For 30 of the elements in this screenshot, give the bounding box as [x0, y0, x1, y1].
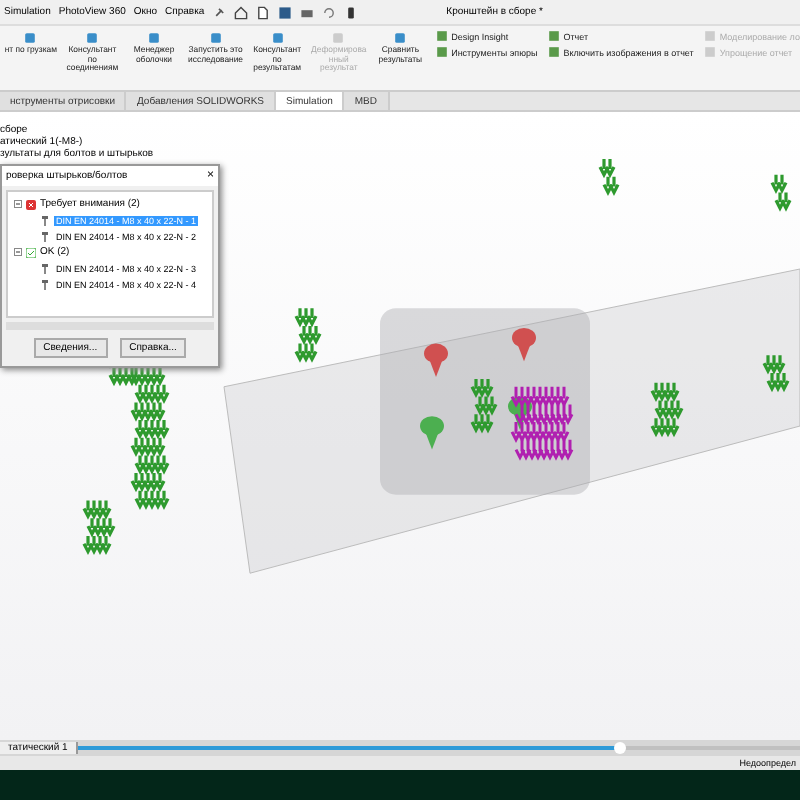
- ribbon-icon: [22, 30, 39, 46]
- ribbon-icon: [84, 30, 101, 46]
- bolt-icon: [40, 231, 50, 241]
- load-arrows-drawing: [294, 306, 322, 363]
- load-arrows-drawing: [770, 173, 792, 212]
- bolt-drawing: [420, 416, 444, 450]
- ribbon-icon: [392, 30, 409, 46]
- document-icon[interactable]: [256, 5, 271, 19]
- load-arrows-drawing: [470, 377, 498, 434]
- ribbon-icon: [207, 30, 224, 46]
- load-arrows-drawing: [82, 499, 116, 556]
- progress-handle[interactable]: [613, 742, 626, 754]
- error-icon: [26, 199, 36, 209]
- bolt-drawing: [512, 327, 536, 362]
- ribbon-icon: [145, 30, 162, 46]
- bolt-icon: [40, 215, 50, 225]
- bolt-icon: [40, 263, 50, 273]
- bolt-drawing: [508, 396, 532, 430]
- load-arrows-drawing: [510, 385, 574, 461]
- undo-icon[interactable]: [322, 5, 337, 19]
- bolt-icon: [40, 279, 50, 289]
- home-icon[interactable]: [234, 5, 249, 19]
- check-icon: [26, 247, 36, 257]
- bolt-drawing: [424, 343, 448, 377]
- ribbon-icon: [269, 30, 286, 46]
- load-arrows-drawing: [598, 157, 620, 196]
- load-arrows-drawing: [650, 381, 684, 438]
- collapse-icon[interactable]: [14, 248, 22, 256]
- collapse-icon[interactable]: [14, 200, 22, 208]
- load-arrows-drawing: [762, 353, 790, 393]
